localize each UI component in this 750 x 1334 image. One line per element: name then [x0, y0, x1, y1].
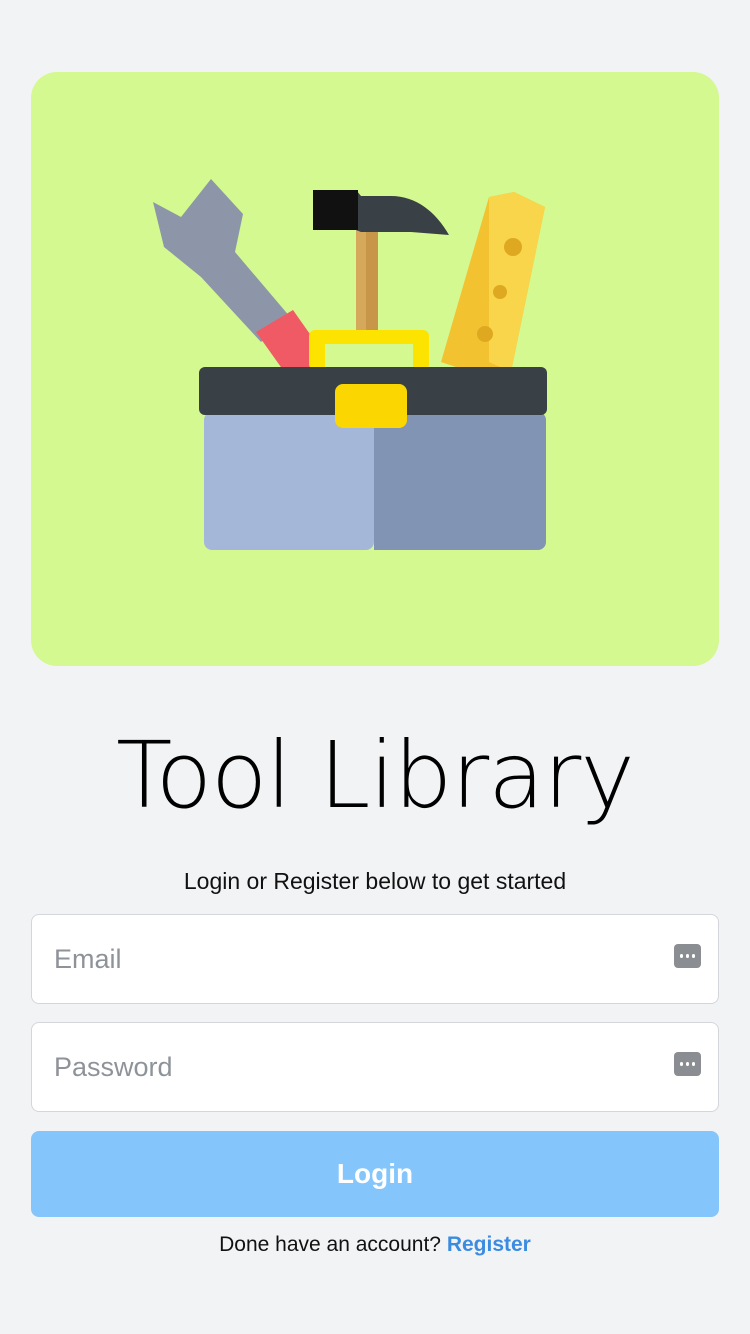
- password-key-icon[interactable]: [674, 944, 701, 968]
- password-input[interactable]: [32, 1023, 718, 1111]
- email-input[interactable]: [32, 915, 718, 1003]
- register-link[interactable]: Register: [447, 1233, 531, 1256]
- box-icon: [199, 367, 547, 550]
- wrench-icon: [153, 179, 331, 384]
- ruler-icon: [441, 192, 545, 372]
- password-field[interactable]: [31, 1022, 719, 1112]
- password-key-icon[interactable]: [674, 1052, 701, 1076]
- register-prompt-text: Done have an account?: [219, 1233, 441, 1256]
- subtitle: Login or Register below to get started: [183, 868, 567, 894]
- register-prompt: Done have an account? Register: [0, 1233, 750, 1257]
- app-title: Tool Library: [116, 722, 635, 829]
- handle-icon: [309, 330, 429, 370]
- toolbox-icon: [153, 179, 547, 550]
- email-field[interactable]: [31, 914, 719, 1004]
- login-button[interactable]: Login: [31, 1131, 719, 1217]
- hero-banner: [31, 72, 719, 666]
